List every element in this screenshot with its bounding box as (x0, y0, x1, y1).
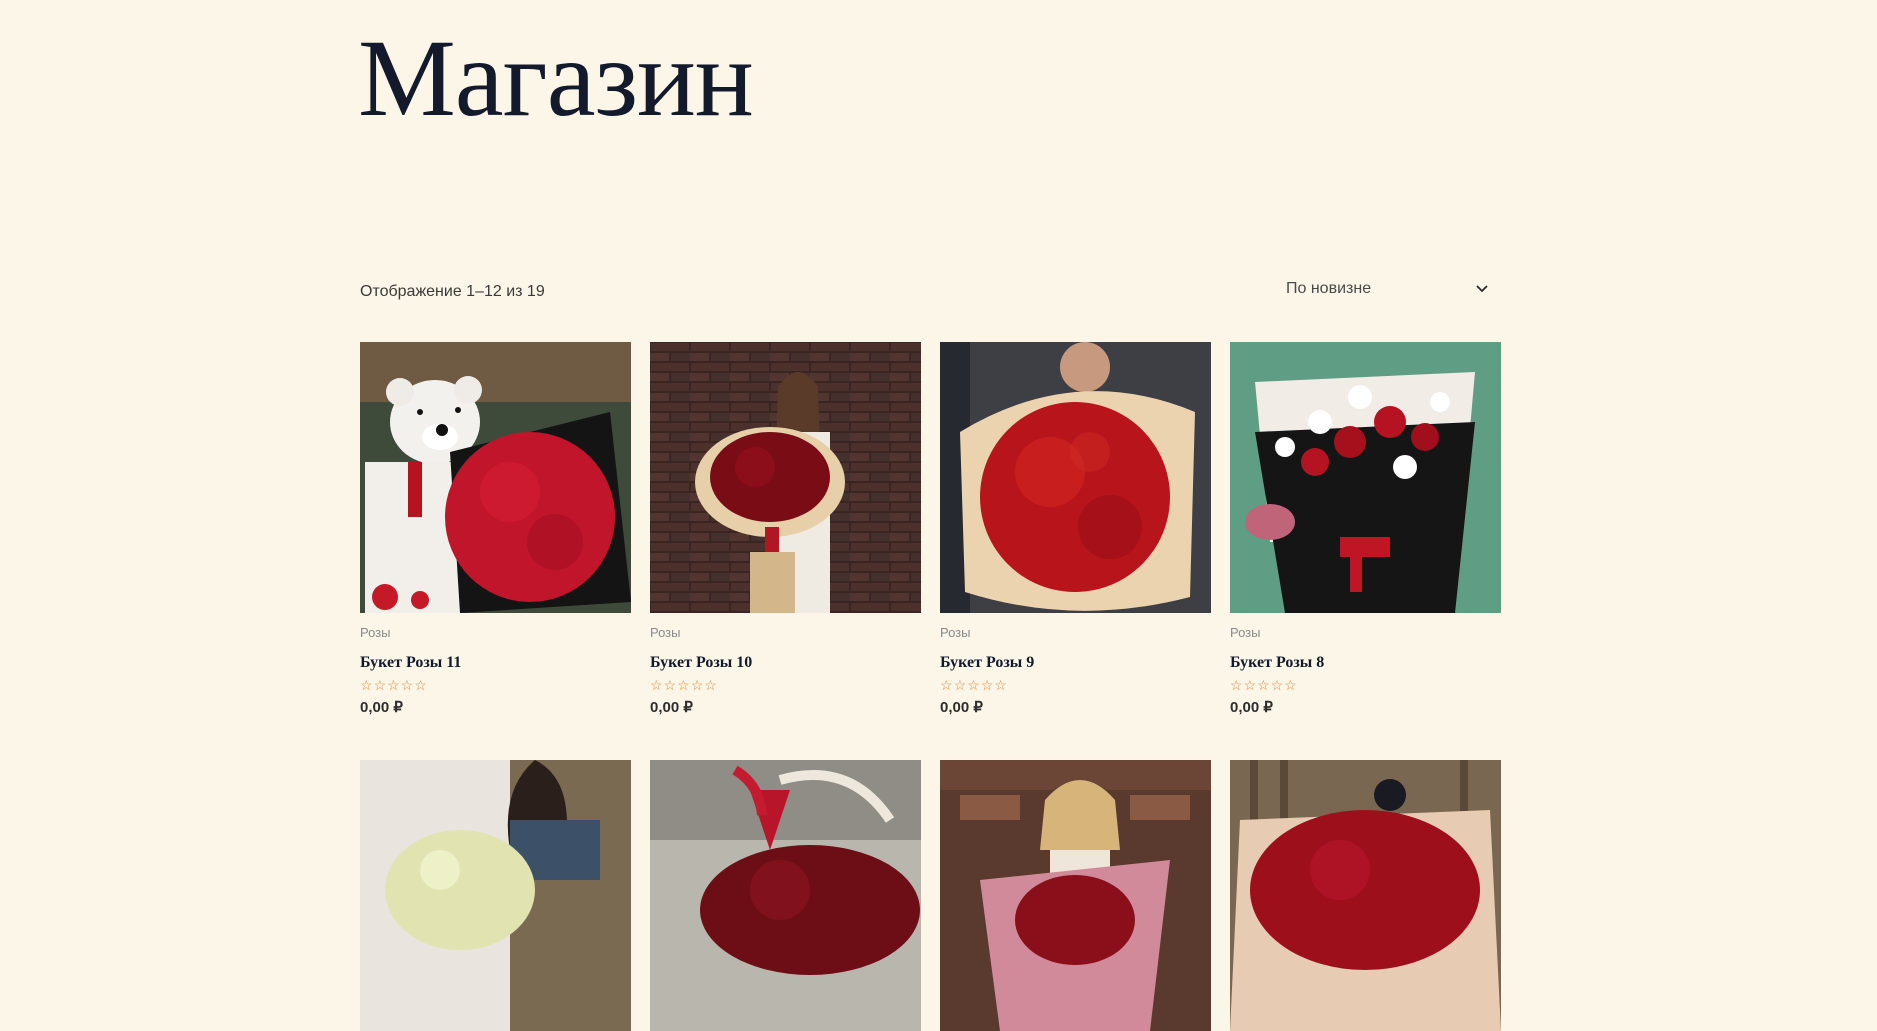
product-title[interactable]: Букет Розы 10 (650, 654, 921, 672)
star-icon: ☆ (940, 677, 953, 693)
product-image-link[interactable] (940, 760, 1211, 1031)
product-category: Розы (650, 625, 681, 640)
ordering-select[interactable]: По новизне (1286, 274, 1501, 304)
product-image-link[interactable] (1230, 342, 1501, 613)
star-icon: ☆ (690, 677, 704, 693)
star-icon: ☆ (953, 677, 967, 693)
star-icon: ☆ (1257, 677, 1270, 693)
product-image-link[interactable] (940, 342, 1211, 613)
product-image-link[interactable] (650, 342, 921, 613)
product-image-link[interactable] (360, 342, 631, 613)
rating-stars: ☆ ☆ ☆ ☆ ☆ (650, 678, 921, 692)
star-icon: ☆ (967, 677, 980, 693)
star-icon: ☆ (387, 677, 400, 693)
product-category: Розы (940, 625, 971, 640)
product-image (940, 342, 1211, 613)
star-icon: ☆ (1243, 677, 1257, 693)
product-image (360, 760, 631, 1031)
product-card: Розы Букет Розы 8 ☆ ☆ ☆ ☆ ☆ 0,00 ₽ (1230, 342, 1501, 716)
rating-stars: ☆ ☆ ☆ ☆ ☆ (360, 678, 631, 692)
product-card (360, 760, 631, 1031)
product-image (940, 760, 1211, 1031)
product-card (940, 760, 1211, 1031)
product-price: 0,00 ₽ (940, 699, 983, 716)
product-image-link[interactable] (650, 760, 921, 1031)
product-image (1230, 760, 1501, 1031)
page-title: Магазин (358, 17, 754, 139)
product-card: Розы Букет Розы 9 ☆ ☆ ☆ ☆ ☆ 0,00 ₽ (940, 342, 1211, 716)
star-icon: ☆ (360, 677, 373, 693)
star-icon: ☆ (677, 677, 690, 693)
product-image (650, 760, 921, 1031)
star-icon: ☆ (1284, 677, 1297, 693)
star-icon: ☆ (663, 677, 677, 693)
product-image-link[interactable] (360, 760, 631, 1031)
star-icon: ☆ (650, 677, 663, 693)
product-image (650, 342, 921, 613)
star-icon: ☆ (994, 677, 1007, 693)
product-category: Розы (1230, 625, 1261, 640)
product-card: Розы Букет Розы 10 ☆ ☆ ☆ ☆ ☆ 0,00 ₽ (650, 342, 921, 716)
product-image (360, 342, 631, 613)
product-title[interactable]: Букет Розы 8 (1230, 654, 1501, 672)
product-price: 0,00 ₽ (360, 699, 403, 716)
product-title[interactable]: Букет Розы 9 (940, 654, 1211, 672)
star-icon: ☆ (373, 677, 387, 693)
product-image-link[interactable] (1230, 760, 1501, 1031)
product-card: Розы Букет Розы 11 ☆ ☆ ☆ ☆ ☆ 0,00 ₽ (360, 342, 631, 716)
product-price: 0,00 ₽ (1230, 699, 1273, 716)
star-icon: ☆ (1270, 677, 1284, 693)
shop-page: Магазин Отображение 1–12 из 19 По новизн… (358, 0, 1501, 1031)
product-image (1230, 342, 1501, 613)
rating-stars: ☆ ☆ ☆ ☆ ☆ (1230, 678, 1501, 692)
result-count: Отображение 1–12 из 19 (360, 283, 545, 300)
star-icon: ☆ (414, 677, 427, 693)
product-category: Розы (360, 625, 391, 640)
star-icon: ☆ (1230, 677, 1243, 693)
chevron-down-icon (1476, 285, 1488, 293)
star-icon: ☆ (980, 677, 994, 693)
star-icon: ☆ (704, 677, 717, 693)
star-icon: ☆ (400, 677, 414, 693)
product-title[interactable]: Букет Розы 11 (360, 654, 631, 672)
product-price: 0,00 ₽ (650, 699, 693, 716)
product-card (1230, 760, 1501, 1031)
ordering-selected-label: По новизне (1286, 280, 1372, 297)
product-card (650, 760, 921, 1031)
rating-stars: ☆ ☆ ☆ ☆ ☆ (940, 678, 1211, 692)
